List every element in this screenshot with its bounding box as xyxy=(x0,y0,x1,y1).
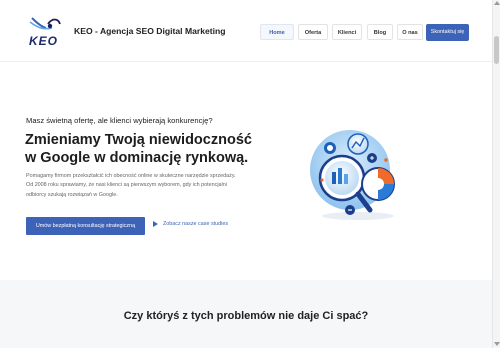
site-header: KEO KEO - Agencja SEO Digital Marketing … xyxy=(0,0,492,62)
play-icon xyxy=(153,221,158,227)
case-studies-label: Zobacz nasze case studies xyxy=(163,221,229,227)
hero-headline: Zmieniamy Twoją niewidoczność w Google w… xyxy=(25,132,252,166)
scrollbar[interactable] xyxy=(492,0,500,348)
hero-description: Pomagamy firmom przekształcić ich obecno… xyxy=(26,173,236,198)
nav-item-home[interactable]: Home xyxy=(260,24,294,40)
scroll-up-arrow-icon[interactable] xyxy=(494,1,500,5)
page: KEO KEO - Agencja SEO Digital Marketing … xyxy=(0,0,500,348)
main-nav: Home Oferta Klienci Blog O nas xyxy=(260,24,423,40)
problems-title: Czy któryś z tych problemów nie daje Ci … xyxy=(123,310,369,322)
contact-button[interactable]: Skontaktuj się xyxy=(426,24,469,41)
nav-item-blog[interactable]: Blog xyxy=(367,24,393,40)
keo-logo[interactable]: KEO xyxy=(26,14,66,48)
site-title[interactable]: KEO - Agencja SEO Digital Marketing xyxy=(74,26,226,36)
nav-item-oferta[interactable]: Oferta xyxy=(298,24,328,40)
scroll-thumb[interactable] xyxy=(494,36,499,64)
hero-eyebrow: Masz świetną ofertę, ale klienci wybiera… xyxy=(26,116,213,125)
nav-item-klienci[interactable]: Klienci xyxy=(332,24,362,40)
seo-analytics-illustration xyxy=(310,130,395,220)
case-studies-link[interactable]: Zobacz nasze case studies xyxy=(153,221,228,227)
logo-text: KEO xyxy=(29,34,58,48)
nav-item-o-nas[interactable]: O nas xyxy=(397,24,423,40)
scroll-down-arrow-icon[interactable] xyxy=(494,342,500,346)
consultation-button[interactable]: Umów bezpłatną konsultację strategiczną xyxy=(26,217,145,235)
